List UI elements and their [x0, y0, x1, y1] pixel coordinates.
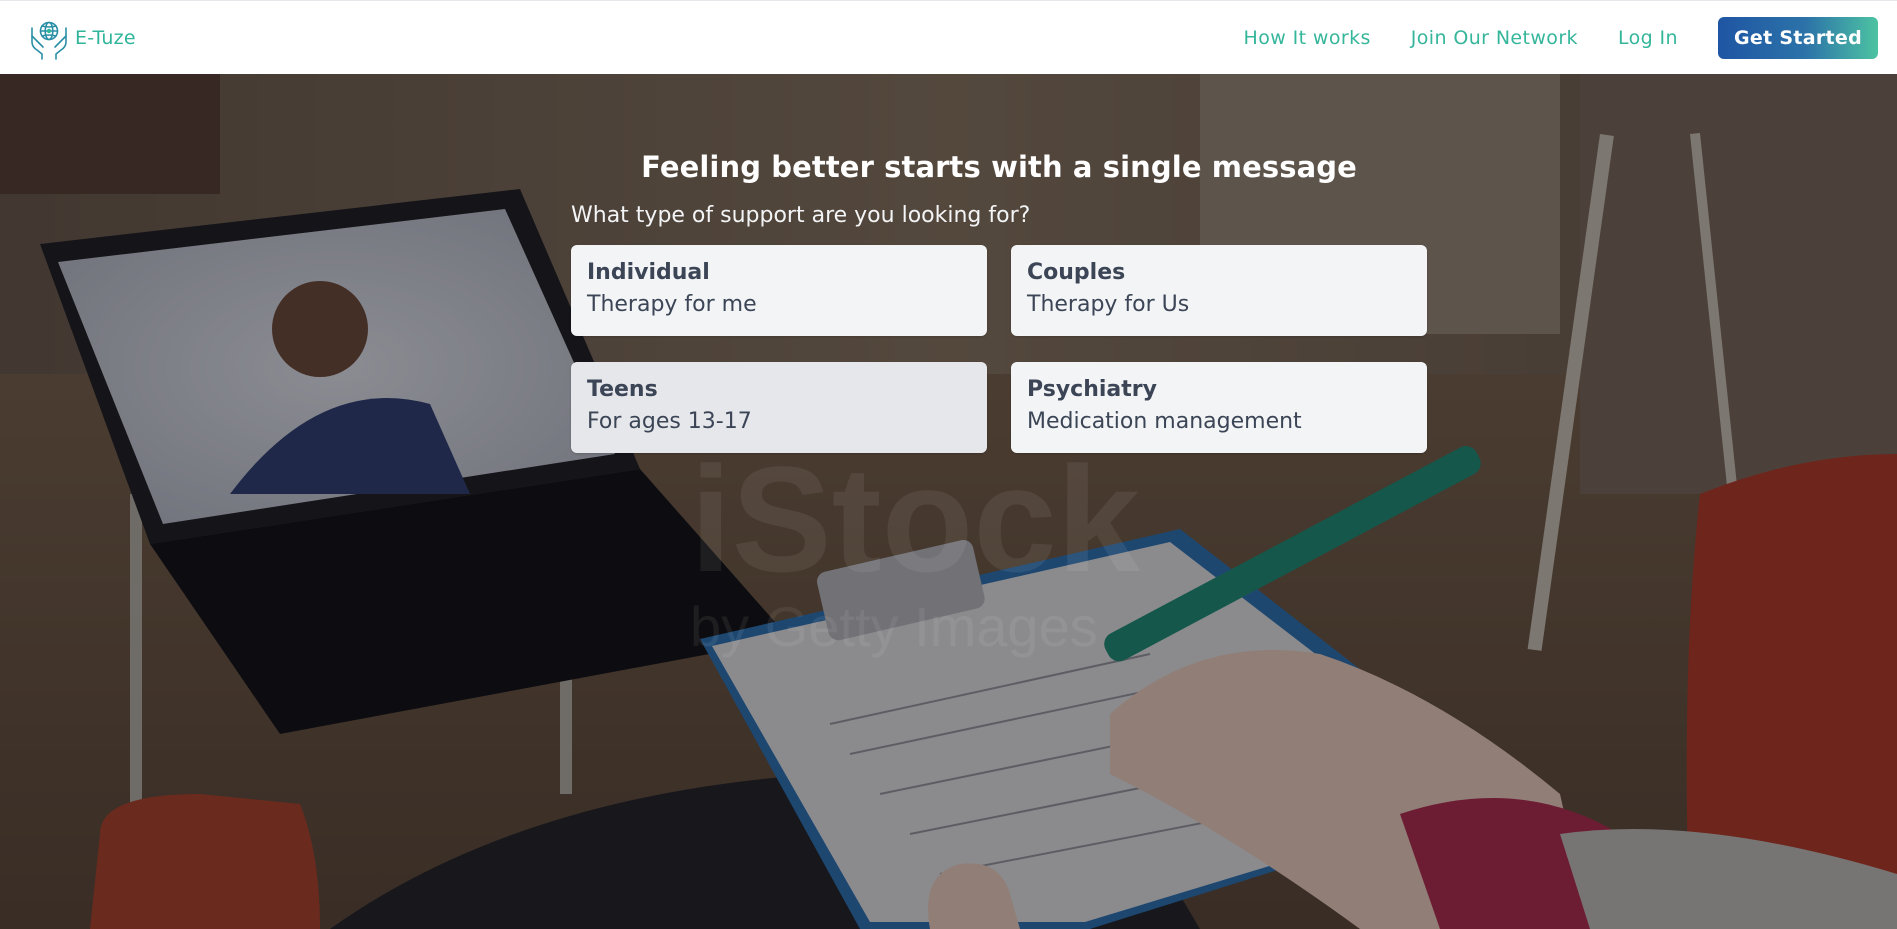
- support-options-grid: Individual Therapy for me Couples Therap…: [571, 245, 1427, 453]
- option-title: Teens: [587, 377, 658, 402]
- brand-home-link[interactable]: E-Tuze: [28, 16, 136, 60]
- option-title: Couples: [1027, 260, 1126, 285]
- option-card-teens[interactable]: Teens For ages 13-17: [571, 362, 987, 453]
- option-description: Therapy for me: [587, 292, 757, 317]
- option-description: Therapy for Us: [1027, 292, 1190, 317]
- option-card-individual[interactable]: Individual Therapy for me: [571, 245, 987, 336]
- nav-link-log-in[interactable]: Log In: [1618, 27, 1678, 49]
- option-card-couples[interactable]: Couples Therapy for Us: [1011, 245, 1427, 336]
- option-card-psychiatry[interactable]: Psychiatry Medication management: [1011, 362, 1427, 453]
- brand-name: E-Tuze: [75, 26, 136, 49]
- option-description: For ages 13-17: [587, 409, 752, 434]
- primary-nav: How It works Join Our Network Log In Get…: [1244, 16, 1878, 59]
- support-question: What type of support are you looking for…: [571, 203, 1031, 228]
- option-title: Psychiatry: [1027, 377, 1157, 402]
- nav-link-join-our-network[interactable]: Join Our Network: [1411, 27, 1578, 49]
- support-selector: Feeling better starts with a single mess…: [571, 148, 1427, 453]
- nav-link-how-it-works[interactable]: How It works: [1244, 27, 1371, 49]
- hero-section: iStock by Getty Images Feeling better st…: [0, 74, 1897, 929]
- get-started-button[interactable]: Get Started: [1717, 16, 1878, 59]
- option-title: Individual: [587, 260, 710, 285]
- top-navbar: E-Tuze How It works Join Our Network Log…: [0, 0, 1897, 74]
- option-description: Medication management: [1027, 409, 1302, 434]
- hands-holding-globe-icon: [31, 21, 67, 60]
- hero-title: Feeling better starts with a single mess…: [641, 150, 1357, 184]
